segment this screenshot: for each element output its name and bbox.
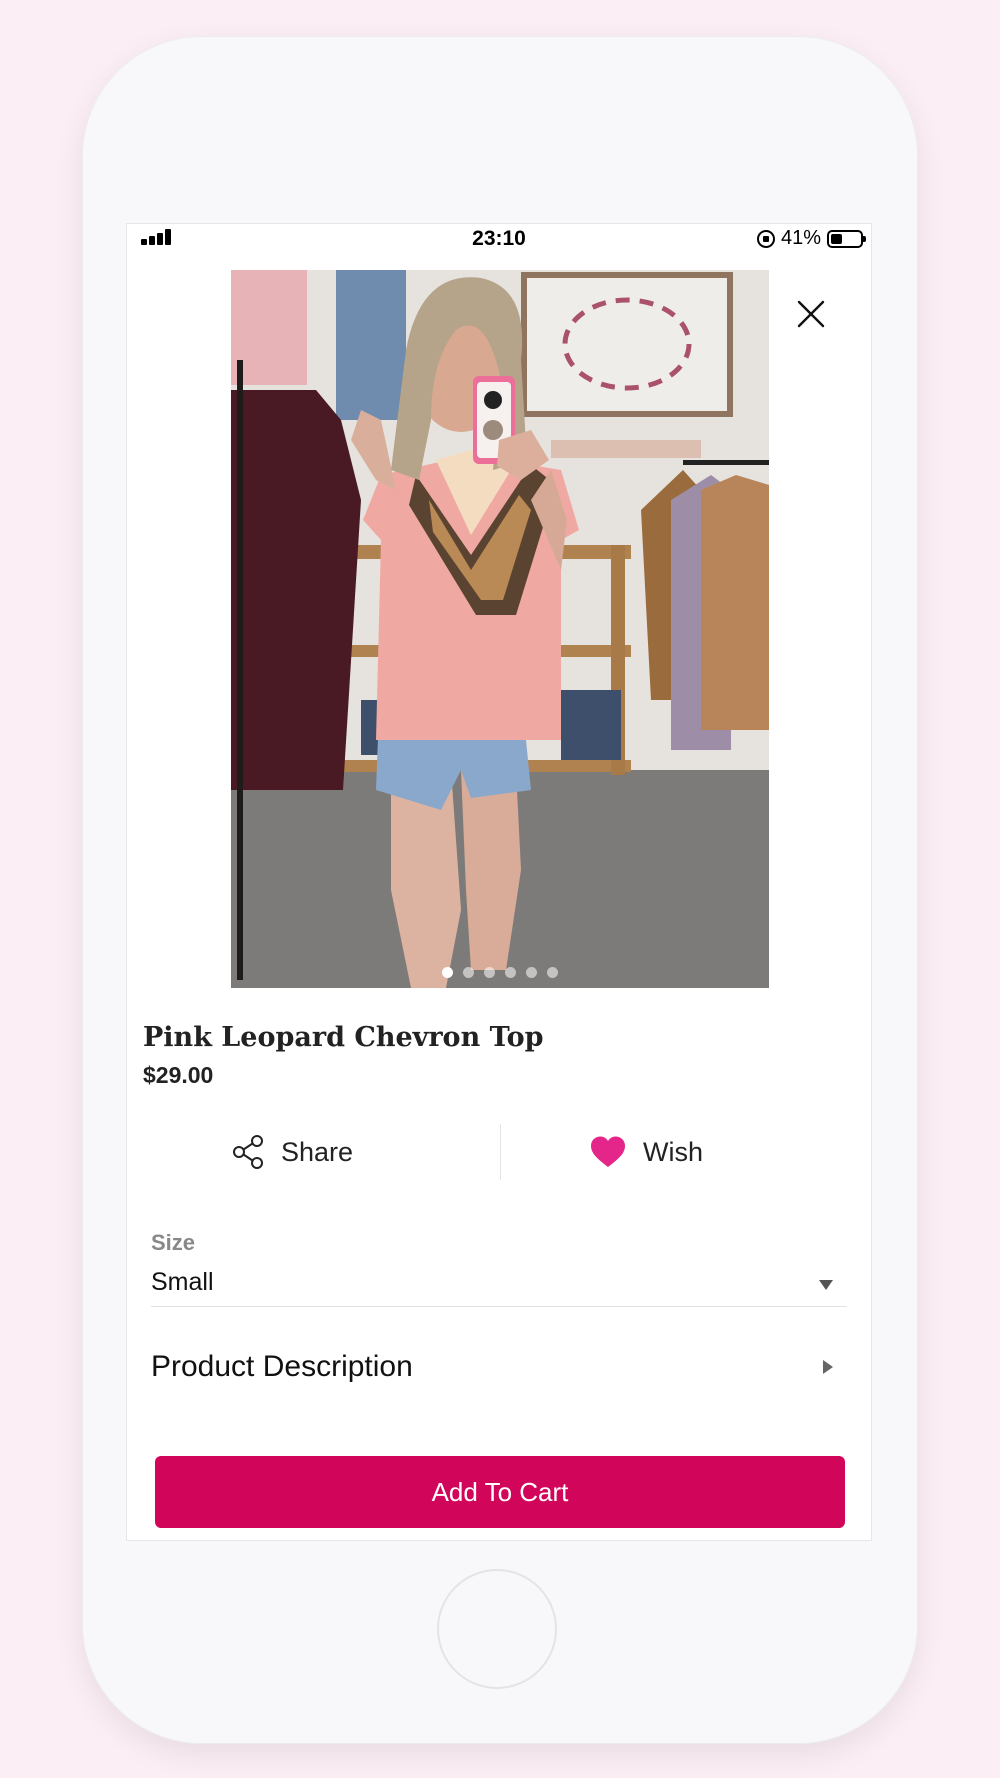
product-actions: Share Wish: [127, 1124, 871, 1180]
pagination-dot[interactable]: [526, 967, 537, 978]
battery-percent: 41%: [780, 227, 821, 249]
wish-button[interactable]: Wish: [589, 1124, 703, 1180]
image-pagination: [231, 967, 769, 978]
pagination-dot[interactable]: [463, 967, 474, 978]
heart-icon: [591, 1136, 625, 1167]
product-title: Pink Leopard Chevron Top: [143, 1022, 544, 1053]
close-button[interactable]: [793, 296, 829, 332]
size-value: Small: [151, 1268, 214, 1296]
status-bar: 23:10 41%: [127, 224, 871, 254]
product-description-label: Product Description: [151, 1350, 413, 1383]
close-icon: [797, 300, 825, 328]
battery-fill: [831, 233, 842, 244]
pagination-dot[interactable]: [484, 967, 495, 978]
share-button[interactable]: Share: [231, 1124, 353, 1180]
product-description-row[interactable]: Product Description: [151, 1336, 847, 1392]
home-button[interactable]: [437, 1569, 557, 1689]
size-select[interactable]: Small: [151, 1258, 847, 1307]
share-label: Share: [281, 1136, 354, 1167]
product-image[interactable]: [231, 270, 769, 988]
product-photo: [231, 270, 769, 988]
product-price: $29.00: [143, 1062, 214, 1088]
wish-label: Wish: [643, 1136, 703, 1167]
pagination-dot[interactable]: [442, 967, 453, 978]
pagination-dot[interactable]: [547, 967, 558, 978]
dropdown-arrow-icon: [819, 1280, 833, 1290]
add-to-cart-button[interactable]: Add To Cart: [155, 1456, 845, 1528]
size-label: Size: [151, 1230, 196, 1255]
rotation-lock-icon: [756, 229, 775, 248]
battery-icon: [827, 229, 866, 248]
share-icon: [233, 1135, 263, 1169]
pagination-dot[interactable]: [505, 967, 516, 978]
expand-arrow-icon: [823, 1360, 833, 1374]
app-screen: 23:10 41% Pink Leopard Chevron Top $29.0…: [126, 223, 872, 1541]
actions-divider: [500, 1124, 501, 1180]
